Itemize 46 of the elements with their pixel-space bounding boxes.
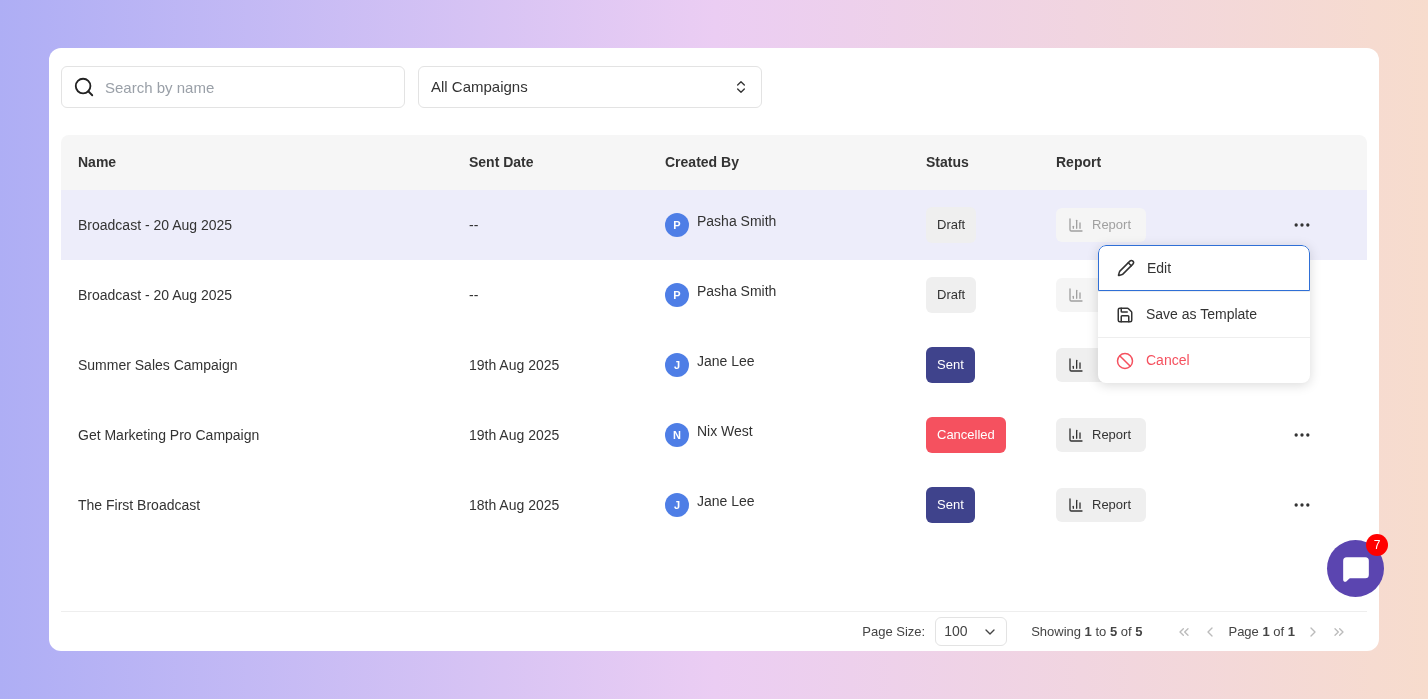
campaign-name: Broadcast - 20 Aug 2025 [78, 285, 234, 305]
table-row[interactable]: Broadcast - 20 Aug 2025 -- P Pasha Smith Draft Report [61, 190, 1367, 260]
pencil-icon [1117, 259, 1135, 277]
campaign-select[interactable]: All Campaigns [418, 66, 762, 108]
campaign-name: The First Broadcast [78, 495, 202, 515]
bar-chart-icon [1068, 427, 1084, 443]
creator-name: Jane Lee [697, 491, 755, 511]
showing-text: Showing 1 to 5 of 5 [1031, 622, 1143, 641]
creator-name: Pasha Smith [697, 281, 777, 301]
status-badge: Cancelled [926, 417, 1006, 453]
bar-chart-icon [1068, 497, 1084, 513]
creator-name: Pasha Smith [697, 211, 777, 231]
search-field[interactable]: Search by name [61, 66, 405, 108]
sent-date: -- [469, 285, 480, 305]
sent-date: 19th Aug 2025 [469, 425, 561, 445]
page-size-select[interactable]: 100 [935, 617, 1008, 646]
column-header: Name [78, 153, 118, 172]
report-button[interactable]: Report [1056, 418, 1146, 452]
bar-chart-icon [1068, 357, 1084, 373]
campaign-name: Broadcast - 20 Aug 2025 [78, 215, 234, 235]
sent-date: -- [469, 215, 480, 235]
campaign-name: Summer Sales Campaign [78, 355, 239, 375]
column-header: Created By [665, 153, 740, 172]
prohibited-icon [1116, 351, 1134, 370]
report-button[interactable]: Report [1056, 488, 1146, 522]
status-badge: Draft [926, 277, 977, 313]
bar-chart-icon [1068, 287, 1084, 303]
creator-name: Nix West [697, 421, 753, 441]
campaign-name: Get Marketing Pro Campaign [78, 425, 261, 445]
status-badge: Sent [926, 487, 975, 523]
page-size-label: Page Size: [862, 622, 926, 641]
sent-date: 19th Aug 2025 [469, 355, 561, 375]
status-badge: Sent [926, 347, 975, 383]
column-header: Report [1056, 153, 1103, 172]
notification-badge: 7 [1366, 534, 1388, 556]
menu-item[interactable]: Edit [1098, 245, 1310, 291]
creator-name: Jane Lee [697, 351, 755, 371]
page-indicator: Page 1 of 1 [1228, 622, 1295, 641]
bar-chart-icon [1068, 217, 1084, 233]
chat-bubble-icon [1341, 554, 1370, 583]
search-icon [73, 76, 95, 98]
menu-item[interactable]: Save as Template [1098, 291, 1310, 337]
sent-date: 18th Aug 2025 [469, 495, 561, 515]
status-badge: Draft [926, 207, 977, 243]
column-header: Sent Date [469, 153, 535, 172]
column-header: Status [926, 153, 970, 172]
